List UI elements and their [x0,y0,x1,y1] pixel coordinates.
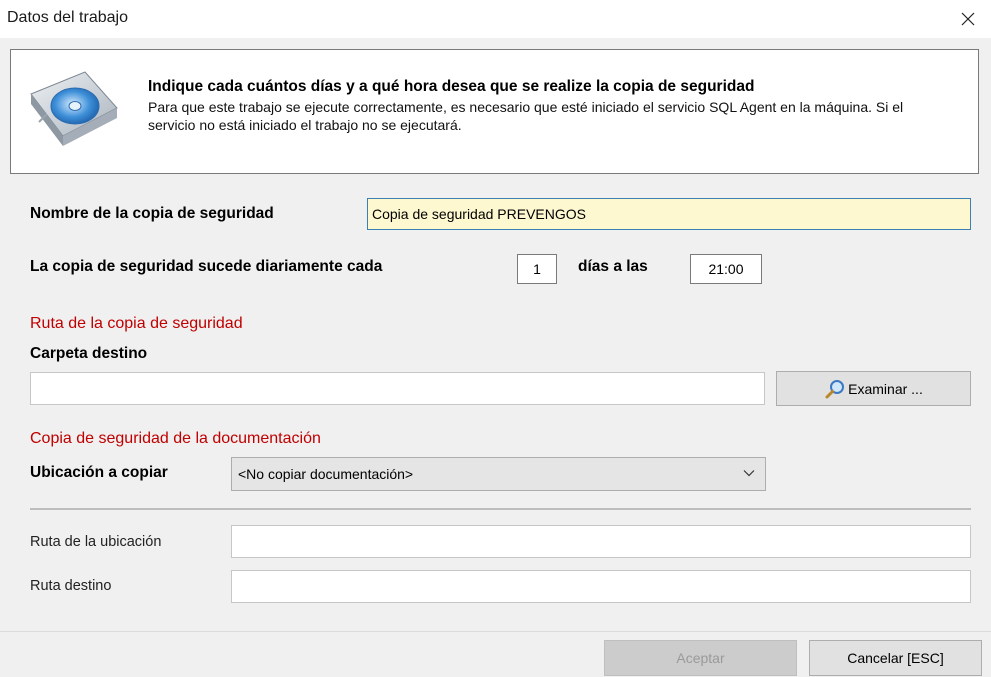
location-to-copy-label: Ubicación a copiar [30,464,168,481]
backup-name-input[interactable] [367,198,971,230]
magnifier-icon [825,379,845,398]
documentation-section-title: Copia de seguridad de la documentación [30,430,321,447]
destination-folder-input[interactable] [30,372,765,405]
schedule-label: La copia de seguridad sucede diariamente… [30,258,383,275]
destination-path-input[interactable] [231,570,971,603]
close-icon [961,12,975,26]
info-title: Indique cada cuántos días y a qué hora d… [148,78,755,95]
chevron-down-icon [743,470,755,477]
time-input[interactable] [690,254,762,284]
location-path-label: Ruta de la ubicación [30,534,162,550]
browse-button[interactable]: Examinar ... [776,371,971,406]
destination-folder-label: Carpeta destino [30,345,148,362]
backup-path-section-title: Ruta de la copia de seguridad [30,315,243,332]
info-description: Para que este trabajo se ejecute correct… [148,99,904,133]
location-selected-value: <No copiar documentación> [238,466,414,482]
window-title: Datos del trabajo [7,9,128,26]
days-suffix-label: días a las [578,258,648,275]
accept-button-label: Aceptar [676,650,725,666]
location-to-copy-select[interactable]: <No copiar documentación> [231,457,766,491]
browse-button-label: Examinar ... [848,380,923,397]
backup-disk-icon [30,71,118,146]
days-interval-input[interactable] [517,254,557,284]
location-path-input[interactable] [231,525,971,558]
accept-button[interactable]: Aceptar [604,640,797,676]
title-bar: Datos del trabajo [0,0,991,38]
cancel-button-label: Cancelar [ESC] [847,650,944,666]
close-button[interactable] [945,0,991,38]
footer-separator [0,631,991,632]
backup-name-label: Nombre de la copia de seguridad [30,205,274,222]
info-panel: Indique cada cuántos días y a qué hora d… [10,49,979,174]
section-divider [30,508,971,510]
destination-path-label: Ruta destino [30,578,112,594]
cancel-button[interactable]: Cancelar [ESC] [809,640,982,676]
